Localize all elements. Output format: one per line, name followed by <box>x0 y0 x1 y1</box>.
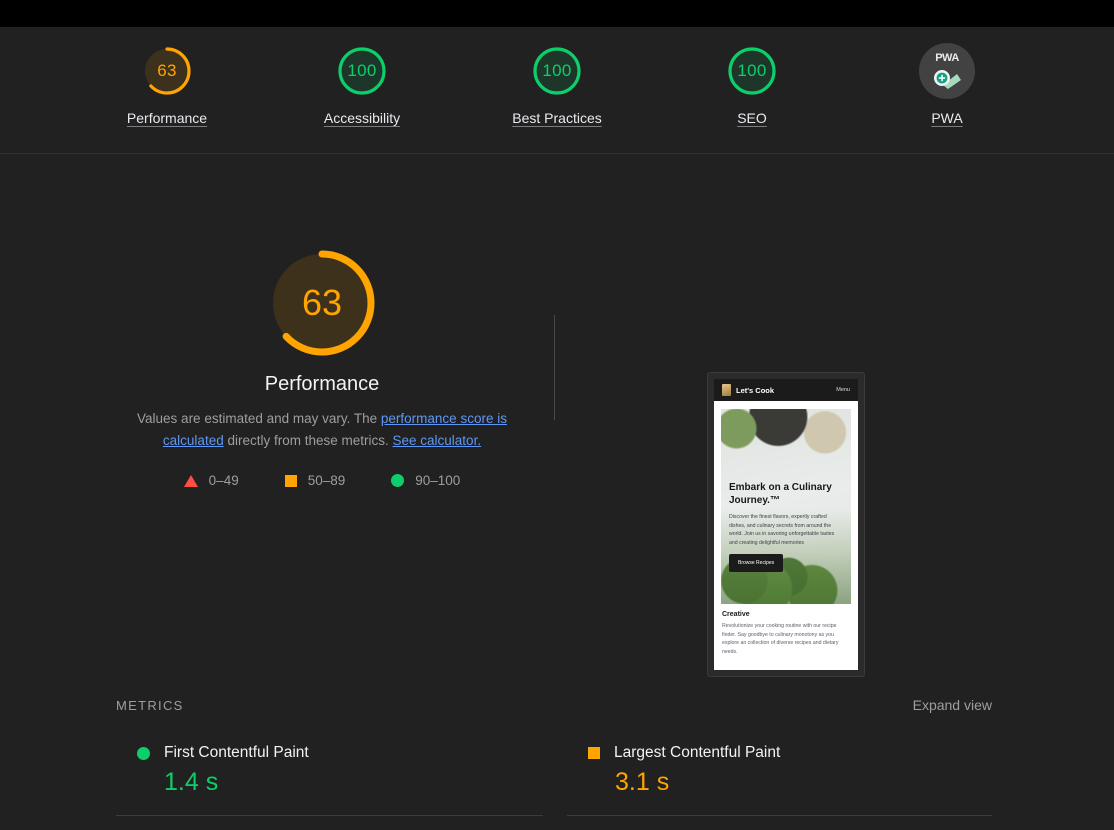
hero-cta-button: Browse Recipes <box>729 554 784 572</box>
performance-description: Values are estimated and may vary. The p… <box>132 408 512 452</box>
top-black-bar <box>0 0 1114 27</box>
site-menu-label: Menu <box>836 387 850 393</box>
thumbnail-section: Creative Revolutionize your cooking rout… <box>714 604 858 656</box>
gauge-score-value: 100 <box>542 61 572 80</box>
pwa-badge-icon: PWA <box>919 43 975 99</box>
category-gauge-performance[interactable]: 63 Performance <box>100 43 235 126</box>
metric-first-contentful-paint[interactable]: First Contentful Paint 1.4 s <box>116 727 543 816</box>
site-brand-name: Let's Cook <box>736 385 775 395</box>
category-gauge-pwa[interactable]: PWA PWA <box>880 43 1015 126</box>
gauge-score-value: 63 <box>157 61 177 80</box>
pwa-install-glyph-icon <box>931 67 963 96</box>
gauge-score-value: 100 <box>737 61 767 80</box>
metric-label-row: First Contentful Paint <box>116 744 543 762</box>
legend-item-average: 50–89 <box>284 473 346 488</box>
thumbnail-body: Embark on a Culinary Journey.™ Discover … <box>714 401 858 604</box>
score-legend: 0–49 50–89 90–100 <box>132 473 512 488</box>
thumbnail-viewport: Let's Cook Menu Embark on a Culinary Jou… <box>714 379 858 670</box>
score-gauge-icon: 100 <box>529 43 585 99</box>
performance-gauge: 63 <box>262 243 382 363</box>
circle-icon <box>137 746 150 760</box>
hero-paragraph: Discover the finest flavors, expertly cr… <box>729 514 835 546</box>
gauge-label: Performance <box>126 110 208 126</box>
lighthouse-report: 63 Performance 100 Accessibility 100 Bes… <box>0 0 1114 830</box>
metrics-grid: First Contentful Paint 1.4 s Largest Con… <box>116 727 992 830</box>
metric-name: First Contentful Paint <box>164 744 309 761</box>
legend-item-fail: 0–49 <box>183 473 239 488</box>
legend-range-pass: 90–100 <box>415 473 461 488</box>
page-title: Performance <box>264 373 380 395</box>
description-text-2: directly from these metrics. <box>223 433 393 448</box>
category-score-nav: 63 Performance 100 Accessibility 100 Bes… <box>0 27 1114 154</box>
pwa-badge-text: PWA <box>935 52 959 64</box>
square-icon <box>588 747 600 759</box>
metric-value: 1.4 s <box>164 768 219 796</box>
legend-range-average: 50–89 <box>307 473 346 488</box>
gauge-label: PWA <box>931 110 963 126</box>
hero-heading: Embark on a Culinary Journey.™ <box>729 482 832 506</box>
square-icon <box>284 474 297 487</box>
site-logo-icon <box>722 384 731 396</box>
gauge-score-value: 100 <box>347 61 377 80</box>
legend-range-fail: 0–49 <box>208 473 239 488</box>
see-calculator-link[interactable]: See calculator. <box>393 433 482 448</box>
section-paragraph: Revolutionize your cooking routine with … <box>722 623 839 655</box>
metrics-header: METRICS Expand view <box>116 697 992 713</box>
gauge-label: Accessibility <box>323 110 401 126</box>
description-text-1: Values are estimated and may vary. The <box>137 411 381 426</box>
category-gauge-accessibility[interactable]: 100 Accessibility <box>295 43 430 126</box>
thumbnail-site-header: Let's Cook Menu <box>714 379 858 401</box>
metric-value: 3.1 s <box>615 768 670 796</box>
category-gauge-seo[interactable]: 100 SEO <box>685 43 820 126</box>
legend-item-pass: 90–100 <box>391 473 460 488</box>
gauge-label: Best Practices <box>512 110 602 126</box>
section-heading: Creative <box>722 611 750 618</box>
metrics-section-title: METRICS <box>116 698 184 713</box>
performance-score-value: 63 <box>301 282 343 323</box>
metric-largest-contentful-paint[interactable]: Largest Contentful Paint 3.1 s <box>567 727 992 816</box>
metric-total-blocking-time[interactable]: Total Blocking Time 2,330 ms <box>116 816 543 830</box>
vertical-divider <box>554 315 555 420</box>
gauge-label: SEO <box>737 110 767 126</box>
triangle-icon <box>183 474 198 487</box>
category-gauge-best-practices[interactable]: 100 Best Practices <box>490 43 625 126</box>
performance-panel: 63 Performance Values are estimated and … <box>0 155 1114 830</box>
metric-label-row: Largest Contentful Paint <box>567 744 992 762</box>
metric-cumulative-layout-shift[interactable]: Cumulative Layout Shift 0 <box>567 816 992 830</box>
final-screenshot-thumbnail[interactable]: Let's Cook Menu Embark on a Culinary Jou… <box>707 372 865 677</box>
score-gauge-icon: 100 <box>724 43 780 99</box>
performance-gauge-arc-icon: 63 <box>262 243 382 363</box>
score-gauge-icon: 63 <box>139 43 195 99</box>
gauge-list: 63 Performance 100 Accessibility 100 Bes… <box>0 27 1114 126</box>
score-gauge-icon: 100 <box>334 43 390 99</box>
expand-view-toggle[interactable]: Expand view <box>913 697 992 713</box>
circle-icon <box>391 474 405 487</box>
thumbnail-hero-image: Embark on a Culinary Journey.™ Discover … <box>721 409 851 604</box>
metric-name: Largest Contentful Paint <box>614 744 781 761</box>
